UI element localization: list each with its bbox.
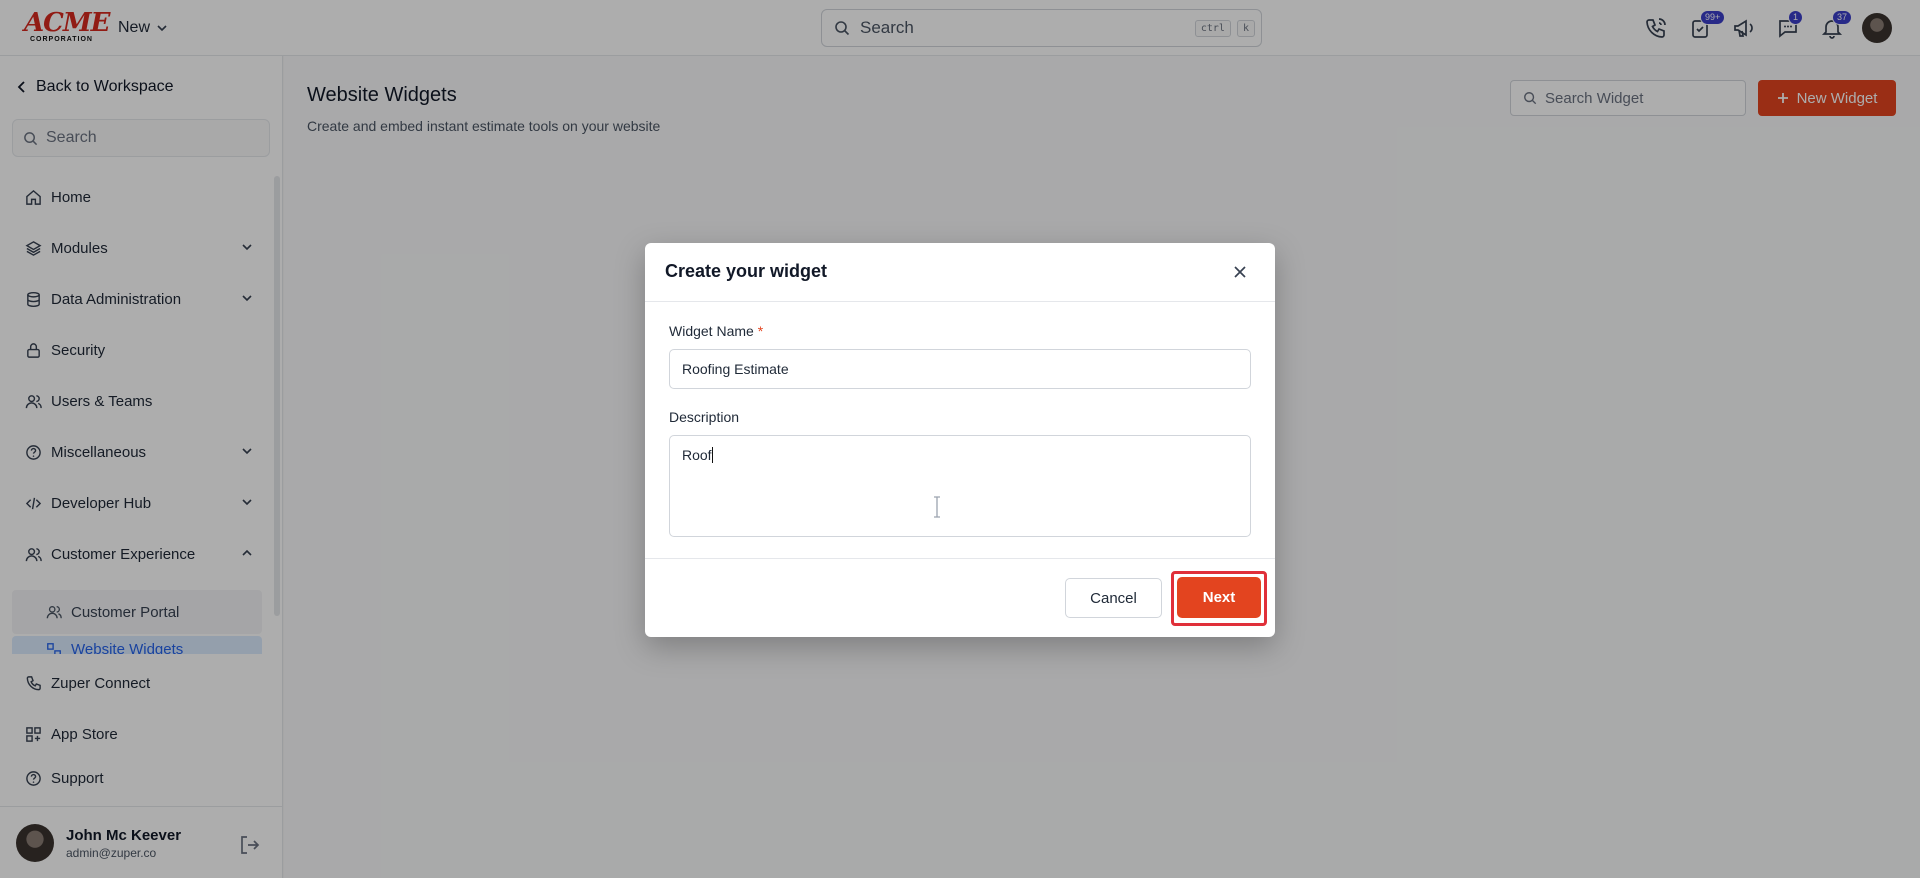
cancel-button[interactable]: Cancel (1065, 578, 1162, 618)
widget-name-input[interactable]: Roofing Estimate (669, 349, 1251, 389)
dialog-title: Create your widget (665, 261, 828, 281)
widget-name-label-text: Widget Name (669, 323, 754, 339)
required-marker: * (757, 323, 764, 339)
create-widget-dialog: Create your widget Widget Name * Roofing… (645, 243, 1275, 637)
description-label: Description (669, 409, 740, 425)
text-cursor-icon (934, 496, 940, 518)
description-textarea[interactable]: Roof (669, 435, 1251, 537)
text-caret (711, 447, 713, 463)
close-button[interactable] (1228, 260, 1252, 284)
description-value: Roof (682, 447, 712, 463)
dialog-header: Create your widget (645, 243, 1275, 302)
widget-name-label: Widget Name * (669, 323, 763, 339)
widget-name-value: Roofing Estimate (682, 361, 789, 377)
close-icon (1234, 266, 1246, 278)
next-button[interactable]: Next (1177, 577, 1261, 618)
dialog-footer-divider (645, 558, 1275, 559)
